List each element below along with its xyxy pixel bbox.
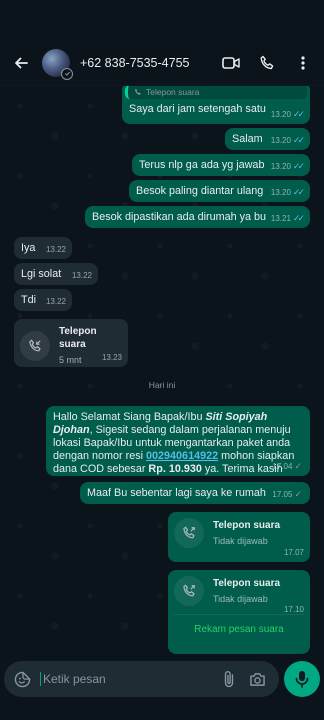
message-time: 13.22 <box>45 297 66 306</box>
message-text-part: ya. Terima kasih <box>201 463 283 475</box>
emoji-button[interactable] <box>12 664 32 694</box>
message-bubble-incoming[interactable]: Tdi 13.22 <box>14 289 72 311</box>
message-time: 17.07 <box>283 548 304 557</box>
message-text: Tdi <box>21 294 36 306</box>
more-vertical-icon <box>301 55 305 70</box>
message-time: 13.20 <box>270 162 291 171</box>
message-text: Lgi solat <box>21 268 62 280</box>
message-time: 13.20 <box>270 136 291 145</box>
message-text: Hallo Selamat Siang Bapak/Ibu Siti Sopiy… <box>53 411 304 478</box>
call-status: Tidak dijawab <box>213 593 268 604</box>
voice-call-button[interactable] <box>252 48 282 78</box>
cod-amount: Rp. 10.930 <box>148 463 202 475</box>
read-receipt-icon: ✓✓ <box>292 109 305 119</box>
message-time: 13.22 <box>71 271 92 280</box>
message-text: Iya <box>21 242 36 254</box>
record-voice-message-button[interactable]: Rekam pesan suara <box>174 614 304 636</box>
message-time: 13.23 <box>101 353 122 362</box>
contact-name[interactable]: +62 838-7535-4755 <box>80 56 216 70</box>
back-button[interactable] <box>6 48 36 78</box>
message-text: Besok dipastikan ada dirumah ya bu <box>92 211 267 223</box>
call-received-icon <box>20 331 50 361</box>
call-log-incoming[interactable]: Telepon suara 5 mnt 13.23 <box>14 319 128 367</box>
call-title: Telepon suara <box>213 577 281 589</box>
message-text: Besok paling diantar ulang <box>136 185 264 197</box>
quoted-reply[interactable]: Telepon suara <box>125 86 307 99</box>
message-bubble-outgoing[interactable]: Besok paling diantar ulang 13.20 ✓✓ <box>129 180 310 202</box>
message-time: 17.10 <box>283 605 304 614</box>
back-arrow-icon <box>15 57 28 68</box>
call-missed-icon <box>174 576 204 606</box>
message-text-part: Hallo Selamat Siang Bapak/Ibu <box>53 411 206 423</box>
message-bubble-outgoing[interactable]: Salam 13.20 ✓✓ <box>225 128 310 150</box>
tracking-number-link[interactable]: 002940614922 <box>146 450 218 462</box>
message-bubble-incoming[interactable]: Lgi solat 13.22 <box>14 263 98 285</box>
call-missed-icon <box>174 518 204 548</box>
message-bubble-outgoing[interactable]: Besok dipastikan ada dirumah ya bu 13.21… <box>85 206 310 228</box>
attach-button[interactable] <box>215 664 243 694</box>
delivered-receipt-icon: ✓ <box>294 489 302 499</box>
call-title: Telepon suara <box>213 519 281 531</box>
message-time: 13.22 <box>45 245 66 254</box>
call-icon <box>135 88 141 95</box>
delivered-receipt-icon: ✓ <box>294 461 302 471</box>
message-text: Salam <box>232 133 263 145</box>
message-text: Terus nlp ga ada yg jawab <box>139 159 265 171</box>
message-bubble-outgoing[interactable]: Terus nlp ga ada yg jawab 13.20 ✓✓ <box>132 154 310 176</box>
message-bubble-outgoing[interactable]: Hallo Selamat Siang Bapak/Ibu Siti Sopiy… <box>46 406 310 476</box>
camera-button[interactable] <box>243 664 271 694</box>
phone-icon <box>260 55 274 69</box>
call-title: Telepon suara <box>59 326 97 350</box>
read-receipt-icon: ✓✓ <box>292 135 305 145</box>
message-time: 17.04 <box>272 462 293 471</box>
message-time: 13.21 <box>270 214 291 223</box>
system-navigation-bar <box>0 708 324 720</box>
microphone-icon <box>295 671 309 688</box>
paperclip-icon <box>224 671 234 688</box>
message-time: 17.05 <box>272 490 293 499</box>
call-log-outgoing[interactable]: Telepon suara Tidak dijawab 17.10 Rekam … <box>168 570 310 654</box>
read-receipt-icon: ✓✓ <box>292 213 305 223</box>
message-text: Maaf Bu sebentar lagi saya ke rumah <box>87 487 266 499</box>
read-receipt-icon: ✓✓ <box>292 161 305 171</box>
more-options-button[interactable] <box>288 48 318 78</box>
camera-icon <box>249 672 265 686</box>
voice-record-button[interactable] <box>284 661 320 697</box>
call-status: Tidak dijawab <box>213 535 268 546</box>
quoted-text: Telepon suara <box>146 86 200 97</box>
date-separator: Hari ini <box>148 380 176 390</box>
message-bubble-outgoing[interactable]: Telepon suara Saya dari jam setengah sat… <box>122 86 310 124</box>
status-ring-icon <box>61 67 73 80</box>
chat-messages[interactable]: Telepon suara Saya dari jam setengah sat… <box>0 86 324 656</box>
message-bubble-incoming[interactable]: Iya 13.22 <box>14 237 72 259</box>
message-bubble-outgoing[interactable]: Maaf Bu sebentar lagi saya ke rumah 17.0… <box>80 482 310 504</box>
read-receipt-icon: ✓✓ <box>292 187 305 197</box>
message-time: 13.20 <box>270 110 291 119</box>
contact-avatar[interactable] <box>42 48 73 80</box>
message-time: 13.20 <box>270 188 291 197</box>
video-call-button[interactable] <box>216 48 246 78</box>
call-log-outgoing[interactable]: Telepon suara Tidak dijawab 17.07 <box>168 512 310 562</box>
video-camera-icon <box>222 56 240 69</box>
status-bar <box>0 0 324 40</box>
chat-header: +62 838-7535-4755 <box>0 40 324 86</box>
sticker-icon <box>14 671 30 687</box>
message-input[interactable] <box>40 672 215 686</box>
message-input-container[interactable] <box>4 661 279 697</box>
